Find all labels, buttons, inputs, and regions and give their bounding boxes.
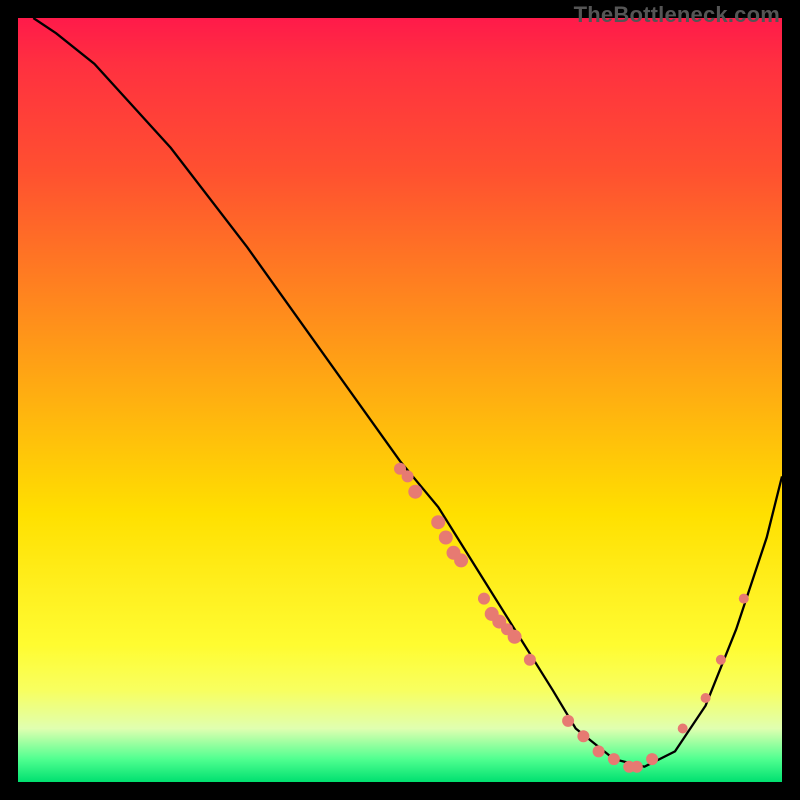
data-point bbox=[631, 761, 643, 773]
scatter-markers bbox=[394, 463, 749, 773]
data-point bbox=[701, 693, 711, 703]
data-point bbox=[678, 724, 688, 734]
data-point bbox=[577, 730, 589, 742]
bottleneck-curve bbox=[33, 18, 782, 767]
data-point bbox=[716, 655, 726, 665]
data-point bbox=[431, 515, 445, 529]
watermark-text: TheBottleneck.com bbox=[574, 2, 780, 28]
data-point bbox=[478, 593, 490, 605]
data-point bbox=[508, 630, 522, 644]
data-point bbox=[562, 715, 574, 727]
chart-container: TheBottleneck.com bbox=[0, 0, 800, 800]
chart-svg bbox=[18, 18, 782, 782]
data-point bbox=[454, 553, 468, 567]
data-point bbox=[739, 594, 749, 604]
data-point bbox=[408, 485, 422, 499]
data-point bbox=[439, 531, 453, 545]
data-point bbox=[593, 745, 605, 757]
data-point bbox=[608, 753, 620, 765]
data-point bbox=[402, 470, 414, 482]
data-point bbox=[524, 654, 536, 666]
data-point bbox=[646, 753, 658, 765]
plot-area bbox=[18, 18, 782, 782]
